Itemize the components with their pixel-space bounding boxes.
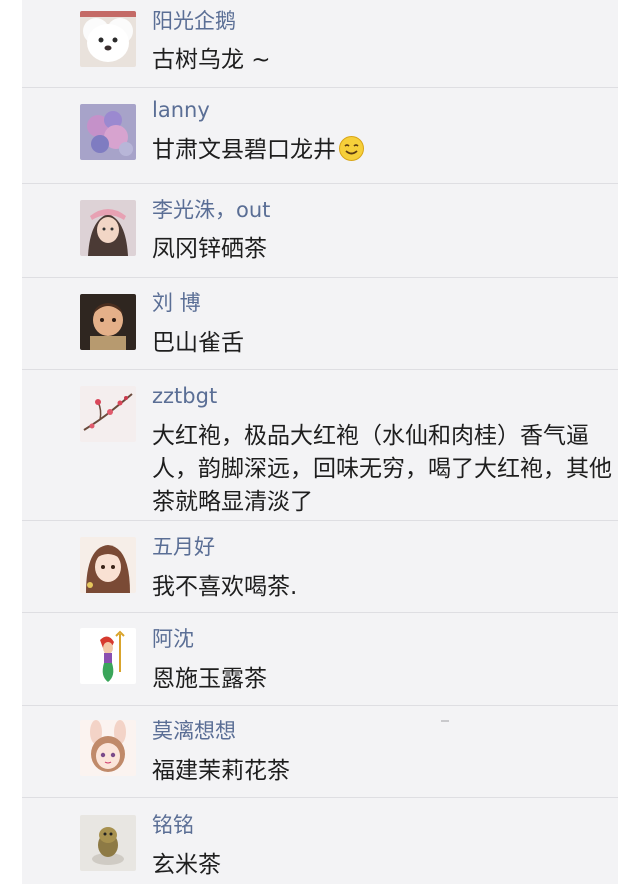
toy-figure-avatar[interactable] <box>80 815 136 871</box>
comment-item: 李光洙，out 凤冈锌硒茶 <box>22 184 618 278</box>
commenter-name[interactable]: lanny <box>152 98 210 123</box>
commenter-name[interactable]: 李光洙，out <box>152 198 270 223</box>
girl-photo-avatar[interactable] <box>80 200 136 256</box>
commenter-name[interactable]: 阳光企鹅 <box>152 9 236 34</box>
comment-text: 玄米茶 <box>152 852 221 878</box>
comment-text: 甘肃文县碧口龙井 <box>152 134 612 172</box>
comment-text: 凤冈锌硒茶 <box>152 236 267 262</box>
commenter-name[interactable]: 刘 博 <box>152 291 201 316</box>
bunny-girl-avatar[interactable] <box>80 720 136 776</box>
baby-photo-avatar[interactable] <box>80 294 136 350</box>
mermaid-avatar[interactable] <box>80 628 136 684</box>
comment-page: 阳光企鹅 古树乌龙 ~ lanny 甘肃文县碧口龙井 李光洙，out 凤冈锌硒茶… <box>0 0 640 884</box>
commenter-name[interactable]: 五月好 <box>152 535 215 560</box>
comment-text-content: 甘肃文县碧口龙井 <box>152 137 336 163</box>
purple-flowers-avatar[interactable] <box>80 104 136 160</box>
plum-blossom-avatar[interactable] <box>80 386 136 442</box>
comment-item: 莫漓想想 福建茉莉花茶 <box>22 706 618 798</box>
comment-text: 恩施玉露茶 <box>152 666 267 692</box>
white-dog-avatar[interactable] <box>80 11 136 67</box>
comment-item: lanny 甘肃文县碧口龙井 <box>22 88 618 184</box>
stray-mark <box>441 720 449 722</box>
smiling-face-icon <box>338 135 365 172</box>
comment-item: 铭铭 玄米茶 <box>22 798 618 884</box>
comment-item: 刘 博 巴山雀舌 <box>22 278 618 370</box>
comment-item: 阳光企鹅 古树乌龙 ~ <box>22 0 618 88</box>
comment-list: 阳光企鹅 古树乌龙 ~ lanny 甘肃文县碧口龙井 李光洙，out 凤冈锌硒茶… <box>22 0 618 884</box>
commenter-name-text: lanny <box>152 98 210 122</box>
comment-text: 巴山雀舌 <box>152 330 244 356</box>
comment-item: 阿沈 恩施玉露茶 <box>22 613 618 706</box>
commenter-name[interactable]: 铭铭 <box>152 813 194 838</box>
commenter-name[interactable]: 莫漓想想 <box>152 719 236 744</box>
commenter-name[interactable]: zztbgt <box>152 384 217 409</box>
commenter-name[interactable]: 阿沈 <box>152 627 194 652</box>
comment-text: 古树乌龙 ~ <box>152 47 271 73</box>
comment-text: 我不喜欢喝茶. <box>152 574 298 600</box>
anime-girl-avatar[interactable] <box>80 537 136 593</box>
comment-item: zztbgt 大红袍，极品大红袍（水仙和肉桂）香气逼人，韵脚深远，回味无穷，喝了… <box>22 370 618 521</box>
comment-text: 大红袍，极品大红袍（水仙和肉桂）香气逼人，韵脚深远，回味无穷，喝了大红袍，其他茶… <box>152 423 612 515</box>
comment-panel: 阳光企鹅 古树乌龙 ~ lanny 甘肃文县碧口龙井 李光洙，out 凤冈锌硒茶… <box>22 0 618 884</box>
comment-text: 福建茉莉花茶 <box>152 758 290 784</box>
comment-item: 五月好 我不喜欢喝茶. <box>22 521 618 613</box>
